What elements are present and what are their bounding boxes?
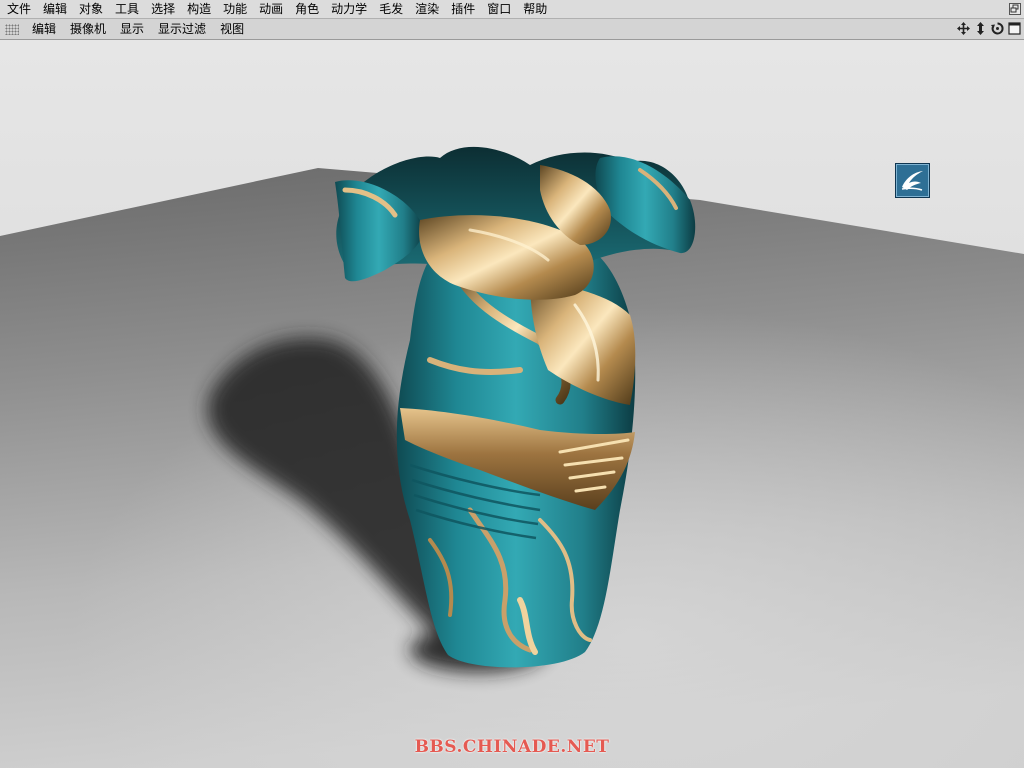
rotate-view-icon[interactable]: [990, 21, 1005, 36]
menu-file[interactable]: 文件: [0, 0, 37, 18]
menu-structure[interactable]: 构造: [181, 0, 217, 18]
main-menubar: 文件 编辑 对象 工具 选择 构造 功能 动画 角色 动力学 毛发 渲染 插件 …: [0, 0, 1024, 19]
menu-help[interactable]: 帮助: [517, 0, 553, 18]
restore-window-icon[interactable]: [1009, 3, 1021, 15]
drag-grip-icon[interactable]: [5, 23, 19, 35]
viewport-menubar: 编辑 摄像机 显示 显示过滤 视图: [0, 19, 1024, 40]
cinema4d-window: 文件 编辑 对象 工具 选择 构造 功能 动画 角色 动力学 毛发 渲染 插件 …: [0, 0, 1024, 768]
maximize-view-icon[interactable]: [1007, 21, 1022, 36]
menu-plugins[interactable]: 插件: [445, 0, 481, 18]
watermark-text: BBS.CHINADE.NET: [414, 737, 610, 757]
viewport-menu-filter[interactable]: 显示过滤: [151, 19, 213, 39]
menu-edit[interactable]: 编辑: [37, 0, 73, 18]
move-view-icon[interactable]: [956, 21, 971, 36]
menu-window[interactable]: 窗口: [481, 0, 517, 18]
viewport-menu-camera[interactable]: 摄像机: [63, 19, 113, 39]
menu-character[interactable]: 角色: [289, 0, 325, 18]
menu-functions[interactable]: 功能: [217, 0, 253, 18]
render-badge-icon[interactable]: [895, 163, 930, 198]
zoom-view-icon[interactable]: [973, 21, 988, 36]
menu-selection[interactable]: 选择: [145, 0, 181, 18]
3d-viewport[interactable]: BBS.CHINADE.NET: [0, 40, 1024, 768]
menu-objects[interactable]: 对象: [73, 0, 109, 18]
menu-render[interactable]: 渲染: [409, 0, 445, 18]
viewport-menu-display[interactable]: 显示: [113, 19, 151, 39]
viewport-menu-view[interactable]: 视图: [213, 19, 251, 39]
menu-dynamics[interactable]: 动力学: [325, 0, 373, 18]
menu-animation[interactable]: 动画: [253, 0, 289, 18]
menu-hair[interactable]: 毛发: [373, 0, 409, 18]
viewport-nav-icons: [956, 21, 1022, 36]
rendered-scene: [0, 40, 1024, 768]
viewport-menu-edit[interactable]: 编辑: [25, 19, 63, 39]
menu-tools[interactable]: 工具: [109, 0, 145, 18]
